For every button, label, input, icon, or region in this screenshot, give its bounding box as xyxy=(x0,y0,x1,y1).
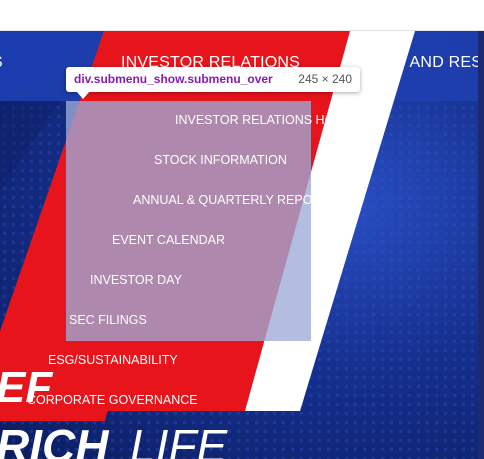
nav-item-partial[interactable]: S xyxy=(0,54,3,72)
nav-item-news-and-resources[interactable]: NEWS AND RESO xyxy=(357,54,484,72)
submenu-item-stock-information[interactable]: STOCK INFORMATION xyxy=(154,153,287,167)
submenu-item-event-calendar[interactable]: EVENT CALENDAR xyxy=(112,233,225,247)
hero-slogan-line1-right: S xyxy=(255,362,287,414)
submenu-item-sec-filings[interactable]: SEC FILINGS xyxy=(69,313,147,327)
page-edge-scrollbar[interactable] xyxy=(478,31,484,459)
tooltip-selector: div.submenu_show.submenu_over xyxy=(74,72,273,86)
submenu-item-investor-relations-home[interactable]: INVESTOR RELATIONS HOME xyxy=(175,113,353,127)
submenu-item-esg-sustainability[interactable]: ESG/SUSTAINABILITY xyxy=(48,353,178,367)
tooltip-arrow xyxy=(76,91,90,99)
hero-slogan-line2-bold: RICH xyxy=(0,420,109,459)
submenu-item-corporate-governance[interactable]: CORPORATE GOVERNANCE xyxy=(27,393,198,407)
submenu-item-investor-day[interactable]: INVESTOR DAY xyxy=(90,273,182,287)
devtools-inspector-tooltip: div.submenu_show.submenu_over 245 × 240 xyxy=(66,67,360,92)
hero-slogan-line2-light: LIFE xyxy=(130,420,228,459)
tooltip-dimensions: 245 × 240 xyxy=(298,72,352,86)
submenu-highlight-overlay xyxy=(66,101,311,341)
submenu-item-annual-quarterly-reports[interactable]: ANNUAL & QUARTERLY REPORTS xyxy=(133,193,337,207)
browser-top-bar xyxy=(0,0,484,31)
